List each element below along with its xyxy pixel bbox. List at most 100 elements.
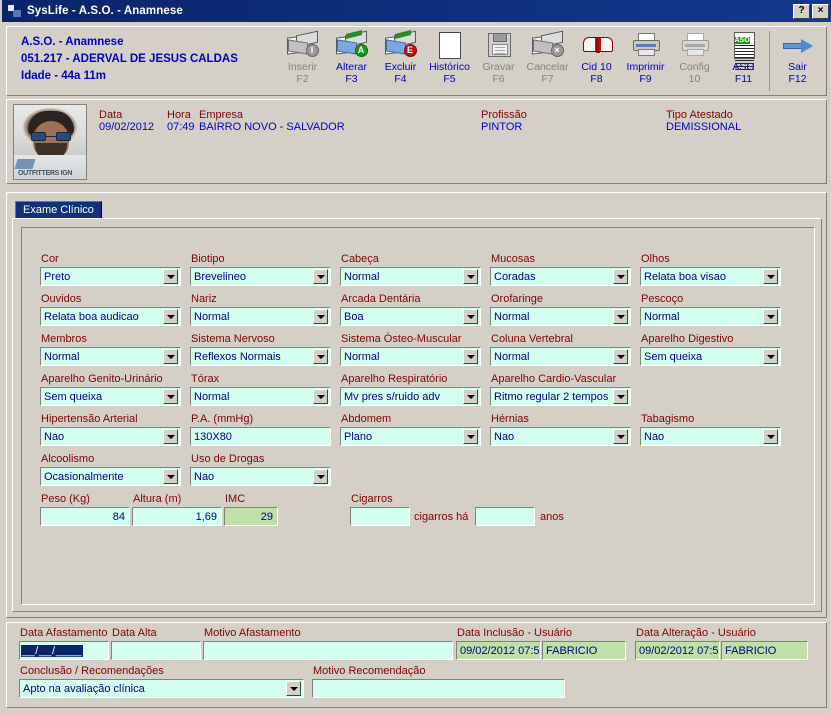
cabeca-combo[interactable]: Normal	[340, 267, 481, 286]
chevron-down-icon[interactable]	[286, 681, 301, 696]
uso-de-drogas-value: Nao	[194, 470, 215, 483]
imc-value-field: 29	[224, 507, 278, 526]
toolbar-button-key: F12	[788, 73, 807, 85]
mucosas-value: Coradas	[494, 270, 536, 283]
label-uso-de-drogas: Uso de Drogas	[191, 453, 265, 465]
biotipo-combo[interactable]: Brevelineo	[190, 267, 331, 286]
chevron-down-icon[interactable]	[763, 269, 778, 284]
aparelho-genito-urinario-combo[interactable]: Sem queixa	[40, 387, 181, 406]
chevron-down-icon[interactable]	[613, 349, 628, 364]
label-hipertensao-arterial: Hipertensão Arterial	[41, 413, 138, 425]
coluna-vertebral-combo[interactable]: Normal	[490, 347, 631, 366]
cigarros-input[interactable]	[350, 507, 410, 526]
data-inclusao-value: 09/02/2012 07:5	[460, 644, 540, 657]
orofaringe-combo[interactable]: Normal	[490, 307, 631, 326]
uso-de-drogas-combo[interactable]: Nao	[190, 467, 331, 486]
toolbar-button-alterar[interactable]: A Alterar F3	[327, 29, 376, 93]
data-afastamento-input[interactable]: __/__/____	[19, 641, 109, 660]
motivo-recomendacao-input[interactable]	[312, 679, 565, 698]
label-ouvidos: Ouvidos	[41, 293, 82, 305]
peso-input[interactable]: 84	[40, 507, 130, 526]
chevron-down-icon[interactable]	[613, 429, 628, 444]
label-motivo-afastamento: Motivo Afastamento	[204, 627, 301, 639]
record-heading: A.S.O. - Anamnese 051.217 - ADERVAL DE J…	[21, 34, 238, 85]
chevron-down-icon[interactable]	[163, 429, 178, 444]
data-alta-input[interactable]	[111, 641, 201, 660]
toolbar-button-aso[interactable]: ASO ASO F11	[719, 29, 768, 93]
label-coluna-vertebral: Coluna Vertebral	[491, 333, 573, 345]
conclusao-combo[interactable]: Apto na avaliação clínica	[19, 679, 304, 698]
tab-exame-clinico[interactable]: Exame Clínico	[15, 201, 102, 219]
toolbar-button-gravar: Gravar F6	[474, 29, 523, 93]
abdomem-combo[interactable]: Plano	[340, 427, 481, 446]
toolbar-button-label: Cancelar	[526, 61, 569, 73]
chevron-down-icon[interactable]	[613, 389, 628, 404]
toolbar-button-label: Alterar	[336, 61, 367, 73]
chevron-down-icon[interactable]	[163, 269, 178, 284]
chevron-down-icon[interactable]	[163, 469, 178, 484]
aparelho-respiratorio-combo[interactable]: Mv pres s/ruido adv	[340, 387, 481, 406]
nariz-combo[interactable]: Normal	[190, 307, 331, 326]
aparelho-cardio-vascular-combo[interactable]: Ritmo regular 2 tempos	[490, 387, 631, 406]
tabagismo-combo[interactable]: Nao	[640, 427, 781, 446]
alcoolismo-combo[interactable]: Ocasionalmente	[40, 467, 181, 486]
label-alcoolismo: Alcoolismo	[41, 453, 95, 465]
olhos-combo[interactable]: Relata boa visao	[640, 267, 781, 286]
close-icon[interactable]: ×	[812, 3, 829, 19]
toolbar-button-imprimir[interactable]: Imprimir F9	[621, 29, 670, 93]
pressao-arterial-input[interactable]: 130X80	[190, 427, 331, 446]
toolbar-button-sair[interactable]: Sair F12	[773, 29, 822, 93]
anos-input[interactable]	[475, 507, 535, 526]
ouvidos-combo[interactable]: Relata boa audicao	[40, 307, 181, 326]
coluna-vertebral-value: Normal	[494, 350, 530, 363]
help-button[interactable]: ?	[793, 3, 810, 19]
chevron-down-icon[interactable]	[463, 389, 478, 404]
aparelho-digestivo-combo[interactable]: Sem queixa	[640, 347, 781, 366]
label-nariz: Nariz	[191, 293, 217, 305]
chevron-down-icon[interactable]	[463, 309, 478, 324]
chevron-down-icon[interactable]	[313, 309, 328, 324]
footer-panel: Data Afastamento __/__/____ Data Alta Mo…	[6, 622, 827, 708]
chevron-down-icon[interactable]	[163, 389, 178, 404]
label-membros: Membros	[41, 333, 87, 345]
pescoco-combo[interactable]: Normal	[640, 307, 781, 326]
mucosas-combo[interactable]: Coradas	[490, 267, 631, 286]
chevron-down-icon[interactable]	[613, 309, 628, 324]
tabagismo-value: Nao	[644, 430, 665, 443]
label-tabagismo: Tabagismo	[641, 413, 695, 425]
toolbar-button-excluir[interactable]: E Excluir F4	[376, 29, 425, 93]
cor-combo[interactable]: Preto	[40, 267, 181, 286]
hernias-combo[interactable]: Nao	[490, 427, 631, 446]
abdomem-value: Plano	[344, 430, 373, 443]
chevron-down-icon[interactable]	[463, 269, 478, 284]
sistema-osteo-muscular-combo[interactable]: Normal	[340, 347, 481, 366]
label-anos: anos	[540, 511, 564, 523]
toolbar-button-hist-rico[interactable]: Histórico F5	[425, 29, 474, 93]
arcada-dentaria-combo[interactable]: Boa	[340, 307, 481, 326]
data-afastamento-value: __/__/____	[21, 644, 84, 657]
chevron-down-icon[interactable]	[163, 349, 178, 364]
motivo-afastamento-input[interactable]	[203, 641, 453, 660]
chevron-down-icon[interactable]	[763, 429, 778, 444]
chevron-down-icon[interactable]	[163, 309, 178, 324]
chevron-down-icon[interactable]	[763, 309, 778, 324]
tab-strip: Exame Clínico	[15, 201, 102, 219]
label-conclusao: Conclusão / Recomendações	[20, 665, 164, 677]
exam-fields-group: Cor Preto Biotipo Brevelineo Cabeça Normal Muc…	[21, 227, 815, 605]
sistema-nervoso-combo[interactable]: Reflexos Normais	[190, 347, 331, 366]
membros-value: Normal	[44, 350, 80, 363]
chevron-down-icon[interactable]	[313, 389, 328, 404]
chevron-down-icon[interactable]	[313, 349, 328, 364]
torax-combo[interactable]: Normal	[190, 387, 331, 406]
toolbar-button-cid-10[interactable]: Cid 10 F8	[572, 29, 621, 93]
membros-combo[interactable]: Normal	[40, 347, 181, 366]
chevron-down-icon[interactable]	[313, 469, 328, 484]
hipertensao-arterial-combo[interactable]: Nao	[40, 427, 181, 446]
chevron-down-icon[interactable]	[463, 349, 478, 364]
chevron-down-icon[interactable]	[613, 269, 628, 284]
label-cabeca: Cabeça	[341, 253, 379, 265]
chevron-down-icon[interactable]	[463, 429, 478, 444]
altura-input[interactable]: 1,69	[132, 507, 222, 526]
chevron-down-icon[interactable]	[313, 269, 328, 284]
chevron-down-icon[interactable]	[763, 349, 778, 364]
